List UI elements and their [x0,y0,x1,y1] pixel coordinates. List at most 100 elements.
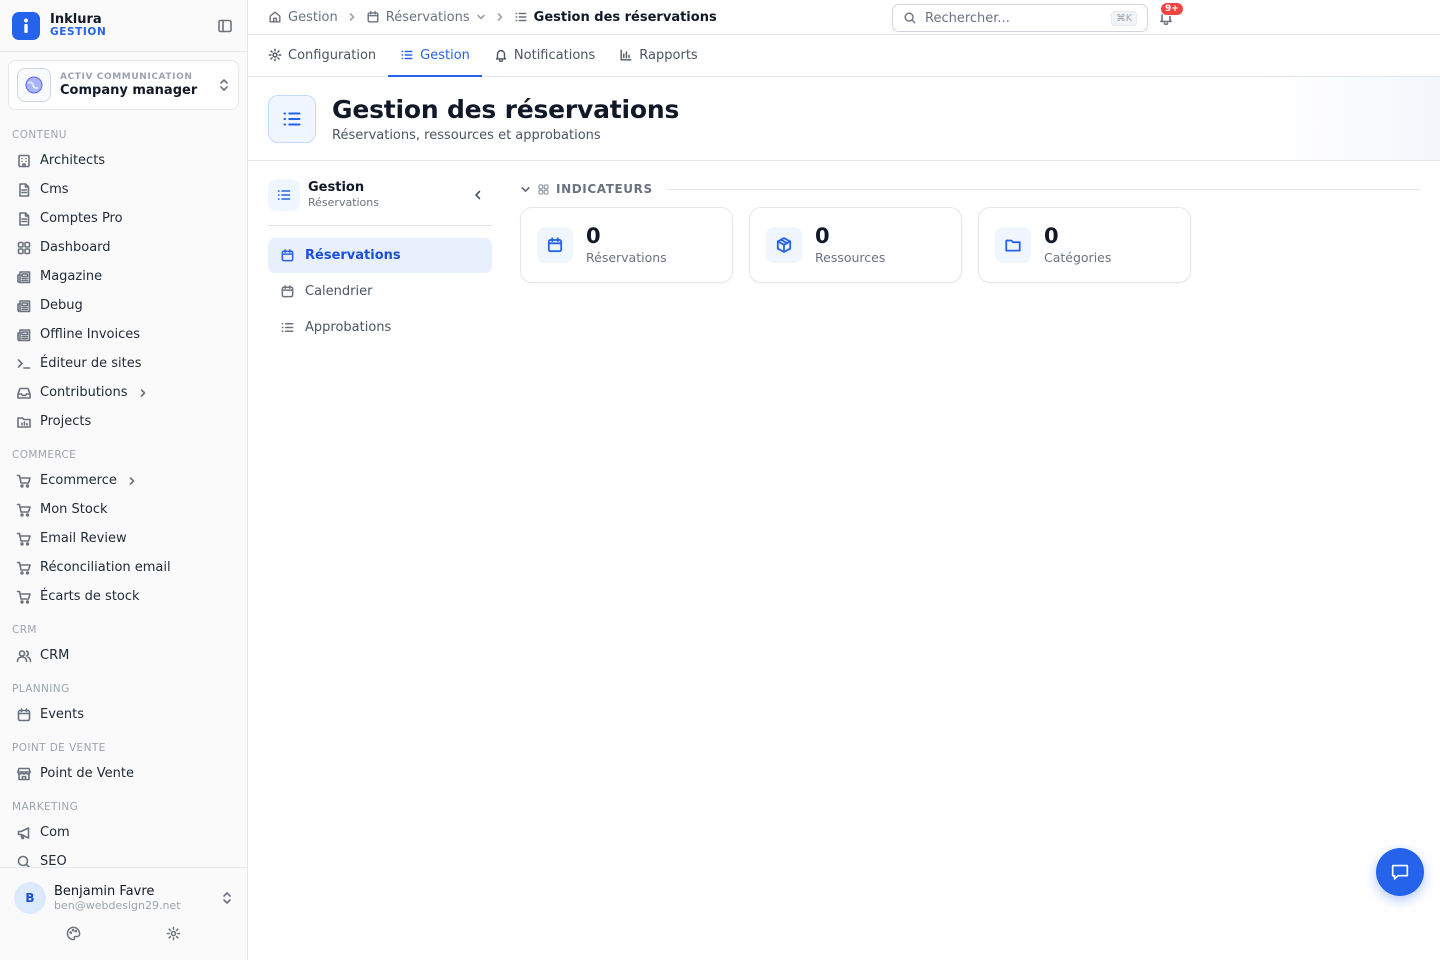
breadcrumb: Gestion Réservations Gestion des réserva… [268,10,717,25]
user-panel: B Benjamin Favre ben@webdesign29.net [0,867,247,960]
secondary-nav-item[interactable]: Réservations [268,238,492,273]
sidebar-item[interactable]: Point de Vente [0,759,247,788]
secondary-nav-title: Gestion [308,180,365,195]
sidebar-item[interactable]: Ecommerce [0,466,247,495]
sidebar-section-title: COMMERCE [12,449,77,461]
secondary-nav-item[interactable]: Approbations [268,310,492,345]
module-tabs: Configuration Gestion Notifications Rapport… [248,35,1440,77]
sidebar-nav: CONTENU Architects Cms Comptes Pro Dashboard… [0,116,247,868]
cart-icon [16,589,32,605]
chat-button[interactable] [1376,848,1424,896]
sidebar-item[interactable]: Debug [0,291,247,320]
tab-notifications[interactable]: Notifications [482,35,607,77]
search-icon [16,854,32,869]
sidebar-section-title: CRM [12,624,37,636]
sidebar-item[interactable]: Réconciliation email [0,553,247,582]
sidebar-section-title: POINT DE VENTE [12,742,106,754]
page-subtitle: Réservations, ressources et approbations [332,127,601,143]
breadcrumb-item[interactable]: Gestion [288,10,338,25]
chevron-down-icon[interactable] [520,184,531,195]
secondary-nav-item-label: Calendrier [305,284,373,299]
cart-icon [16,473,32,489]
sidebar-item-label: Events [40,707,85,722]
chevron-up-down-icon [218,78,230,92]
search-box[interactable]: ⌘K [892,4,1148,32]
sidebar-item-label: Mon Stock [40,502,108,517]
divider [268,225,492,226]
tab-label: Notifications [513,47,596,63]
sidebar-section-title: PLANNING [12,683,70,695]
search-icon [903,11,917,25]
chevron-up-down-icon [221,891,233,905]
sidebar-item[interactable]: Events [0,700,247,729]
sidebar-item[interactable]: Email Review [0,524,247,553]
tab-configuration[interactable]: Configuration [256,35,388,77]
indicators-header[interactable]: INDICATEURS [520,181,1420,197]
sidebar-item[interactable]: Mon Stock [0,495,247,524]
calendar-icon [366,10,380,24]
gear-icon[interactable] [166,926,181,941]
sidebar: Inklura GESTION ACTIV COMMUNICATION Comp… [0,0,248,960]
secondary-nav-item[interactable]: Calendrier [268,274,492,309]
secondary-nav-item-label: Approbations [305,320,392,335]
list-icon [514,10,528,24]
sidebar-item[interactable]: Offline Invoices [0,320,247,349]
file-icon [16,211,32,227]
sidebar-item[interactable]: SEO [0,847,247,868]
indicator-card[interactable]: 0 Catégories [978,207,1191,283]
sidebar-item[interactable]: Projects [0,407,247,436]
breadcrumb-current: Gestion des réservations [533,9,717,25]
newspaper-icon [16,327,32,343]
sidebar-item[interactable]: Magazine [0,262,247,291]
sidebar-item-label: Réconciliation email [40,560,171,575]
search-shortcut: ⌘K [1111,10,1137,26]
folder-icon [995,227,1031,263]
list-icon [268,94,316,143]
tab-rapports[interactable]: Rapports [607,35,709,77]
sidebar-toggle-icon[interactable] [215,16,235,36]
sidebar-item[interactable]: Cms [0,175,247,204]
bell-icon [494,48,508,62]
palette-icon[interactable] [66,926,81,941]
sidebar-item[interactable]: Éditeur de sites [0,349,247,378]
indicator-card[interactable]: 0 Réservations [520,207,733,283]
sidebar-item[interactable]: Écarts de stock [0,582,247,611]
sidebar-item[interactable]: Architects [0,146,247,175]
indicator-cards: 0 Réservations 0 Ressources 0 Catégories [520,207,1191,283]
org-switcher[interactable]: ACTIV COMMUNICATION Company manager [8,60,239,110]
indicator-value: 0 [1044,224,1059,249]
sidebar-item-label: Cms [40,182,69,197]
org-label: ACTIV COMMUNICATION [60,71,193,82]
topbar: Gestion Réservations Gestion des réserva… [248,0,1440,35]
avatar: B [14,882,46,914]
chevron-right-icon [138,388,148,398]
calendar-icon [280,284,295,299]
chevron-down-icon[interactable] [476,12,486,22]
sidebar-item[interactable]: Dashboard [0,233,247,262]
store-icon [16,766,32,782]
sidebar-item-label: Com [40,825,70,840]
sidebar-item[interactable]: Contributions [0,378,247,407]
chevron-right-icon [495,12,505,22]
tab-label: Configuration [288,47,377,63]
sidebar-item[interactable]: Comptes Pro [0,204,247,233]
indicator-card[interactable]: 0 Ressources [749,207,962,283]
list-icon [400,48,414,62]
chevron-right-icon [127,476,137,486]
sidebar-item-label: CRM [40,648,70,663]
file-icon [16,182,32,198]
box-icon [766,227,802,263]
chevron-left-icon[interactable] [472,189,484,201]
list-icon [280,320,295,335]
sidebar-item-label: Architects [40,153,106,168]
list-icon [268,179,300,211]
sidebar-item[interactable]: Com [0,818,247,847]
breadcrumb-item[interactable]: Réservations [386,10,470,25]
search-input[interactable] [925,10,1095,26]
sidebar-item-label: Offline Invoices [40,327,141,342]
user-name: Benjamin Favre [54,883,155,899]
tab-gestion[interactable]: Gestion [388,35,482,77]
chat-icon [1391,864,1409,880]
user-menu[interactable]: B Benjamin Favre ben@webdesign29.net [0,868,247,914]
sidebar-item[interactable]: CRM [0,641,247,670]
